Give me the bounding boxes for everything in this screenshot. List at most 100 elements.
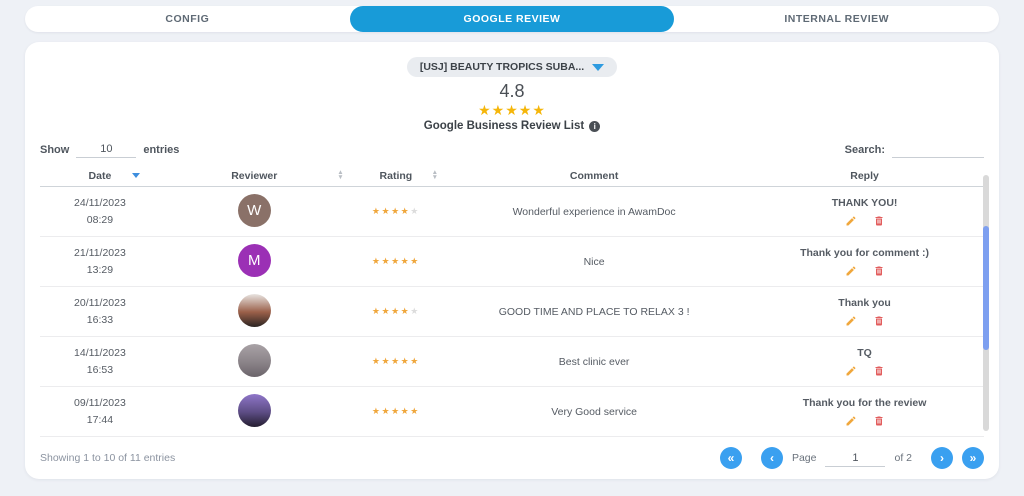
- table-row: 09/11/2023 17:44 ★★★★★ Very Good service…: [40, 387, 984, 437]
- list-title-text: Google Business Review List: [424, 120, 584, 132]
- sort-both-icon: [337, 171, 343, 180]
- star-icon: ★: [391, 256, 401, 266]
- star-icon: ★: [372, 206, 382, 216]
- table-row: 21/11/2023 13:29 M ★★★★★ Nice Thank you …: [40, 237, 984, 287]
- review-date: 24/11/2023: [40, 195, 160, 212]
- review-comment: Wonderful experience in AwamDoc: [443, 206, 745, 218]
- reply-text: TQ: [857, 347, 872, 359]
- table-controls: Show entries Search:: [40, 141, 984, 158]
- review-comment: Best clinic ever: [443, 356, 745, 368]
- star-icon: ★: [382, 306, 392, 316]
- delete-trash-icon[interactable]: [873, 415, 885, 427]
- showing-entries-text: Showing 1 to 10 of 11 entries: [40, 452, 175, 464]
- delete-trash-icon[interactable]: [873, 365, 885, 377]
- review-date: 09/11/2023: [40, 395, 160, 412]
- edit-pencil-icon[interactable]: [845, 265, 857, 277]
- tab-google-review[interactable]: GOOGLE REVIEW: [350, 6, 675, 32]
- search-label: Search:: [845, 144, 885, 156]
- edit-pencil-icon[interactable]: [845, 415, 857, 427]
- column-header-date[interactable]: Date: [40, 165, 160, 186]
- scrollbar-thumb[interactable]: [983, 226, 989, 350]
- star-icon: ★: [505, 102, 519, 118]
- next-page-button[interactable]: ›: [931, 447, 953, 469]
- star-icon: ★: [478, 102, 492, 118]
- review-date: 20/11/2023: [40, 295, 160, 312]
- star-icon: ★: [401, 306, 411, 316]
- reply-actions: [845, 265, 885, 277]
- reply-cell: Thank you for comment :): [745, 247, 984, 277]
- delete-trash-icon[interactable]: [873, 265, 885, 277]
- star-icon: ★: [410, 406, 420, 416]
- edit-pencil-icon[interactable]: [845, 215, 857, 227]
- top-tab-bar: CONFIG GOOGLE REVIEW INTERNAL REVIEW: [25, 6, 999, 32]
- review-table: Date Reviewer Rating Comment Reply 24/11…: [40, 165, 984, 437]
- reply-actions: [845, 415, 885, 427]
- edit-pencil-icon[interactable]: [845, 365, 857, 377]
- delete-trash-icon[interactable]: [873, 215, 885, 227]
- column-header-reviewer[interactable]: Reviewer: [160, 165, 349, 186]
- star-icon: ★: [382, 206, 392, 216]
- reviewer-cell: M: [160, 244, 349, 280]
- edit-pencil-icon[interactable]: [845, 315, 857, 327]
- star-icon: ★: [410, 206, 420, 216]
- star-icon: ★: [410, 306, 420, 316]
- rating-stars: ★★★★★: [349, 356, 443, 367]
- show-label: Show: [40, 144, 69, 156]
- table-header-row: Date Reviewer Rating Comment Reply: [40, 165, 984, 187]
- column-header-reply-label: Reply: [850, 170, 879, 182]
- tab-config[interactable]: CONFIG: [25, 6, 350, 32]
- star-icon: ★: [382, 356, 392, 366]
- column-header-rating[interactable]: Rating: [349, 165, 443, 186]
- reviewer-cell: [160, 394, 349, 430]
- star-icon: ★: [401, 256, 411, 266]
- star-icon: ★: [391, 206, 401, 216]
- star-icon: ★: [519, 102, 533, 118]
- first-page-button[interactable]: «: [720, 447, 742, 469]
- last-page-button[interactable]: »: [962, 447, 984, 469]
- overall-rating-stars: ★★★★★: [40, 102, 984, 118]
- reviewer-cell: [160, 344, 349, 380]
- column-header-date-label: Date: [89, 170, 112, 182]
- star-icon: ★: [372, 306, 382, 316]
- reply-cell: THANK YOU!: [745, 197, 984, 227]
- sort-both-icon: [432, 171, 438, 180]
- delete-trash-icon[interactable]: [873, 315, 885, 327]
- previous-page-button[interactable]: ‹: [761, 447, 783, 469]
- star-icon: ★: [410, 256, 420, 266]
- reply-actions: [845, 365, 885, 377]
- reply-text: Thank you for the review: [803, 397, 927, 409]
- avatar-photo: [238, 294, 271, 327]
- review-comment: Very Good service: [443, 406, 745, 418]
- avatar-initial: W: [238, 194, 271, 227]
- entries-label: entries: [143, 144, 179, 156]
- star-icon: ★: [401, 206, 411, 216]
- page-length-control: Show entries: [40, 141, 179, 158]
- scrollbar-track[interactable]: [983, 175, 989, 431]
- page-number-input[interactable]: [825, 450, 885, 467]
- tab-internal-review[interactable]: INTERNAL REVIEW: [674, 6, 999, 32]
- business-selector-dropdown[interactable]: [USJ] BEAUTY TROPICS SUBA...: [407, 57, 617, 77]
- search-control: Search:: [845, 141, 984, 158]
- star-icon: ★: [410, 356, 420, 366]
- review-time: 16:53: [40, 362, 160, 379]
- page-length-input[interactable]: [76, 141, 136, 158]
- rating-stars: ★★★★★: [349, 406, 443, 417]
- review-date: 21/11/2023: [40, 245, 160, 262]
- table-row: 14/11/2023 16:53 ★★★★★ Best clinic ever …: [40, 337, 984, 387]
- review-date-cell: 09/11/2023 17:44: [40, 395, 160, 429]
- of-pages-label: of 2: [894, 452, 912, 464]
- info-icon[interactable]: [589, 121, 600, 132]
- review-time: 17:44: [40, 412, 160, 429]
- star-icon: ★: [391, 406, 401, 416]
- star-icon: ★: [401, 356, 411, 366]
- review-date-cell: 20/11/2023 16:33: [40, 295, 160, 329]
- reviewer-cell: [160, 294, 349, 330]
- table-footer: Showing 1 to 10 of 11 entries « ‹ Page o…: [40, 447, 984, 469]
- rating-stars: ★★★★★: [349, 306, 443, 317]
- panel-header: [USJ] BEAUTY TROPICS SUBA... 4.8 ★★★★★ G…: [40, 42, 984, 132]
- reply-cell: TQ: [745, 347, 984, 377]
- rating-stars: ★★★★★: [349, 256, 443, 267]
- sort-desc-icon: [132, 173, 140, 178]
- search-input[interactable]: [892, 141, 984, 158]
- review-date-cell: 21/11/2023 13:29: [40, 245, 160, 279]
